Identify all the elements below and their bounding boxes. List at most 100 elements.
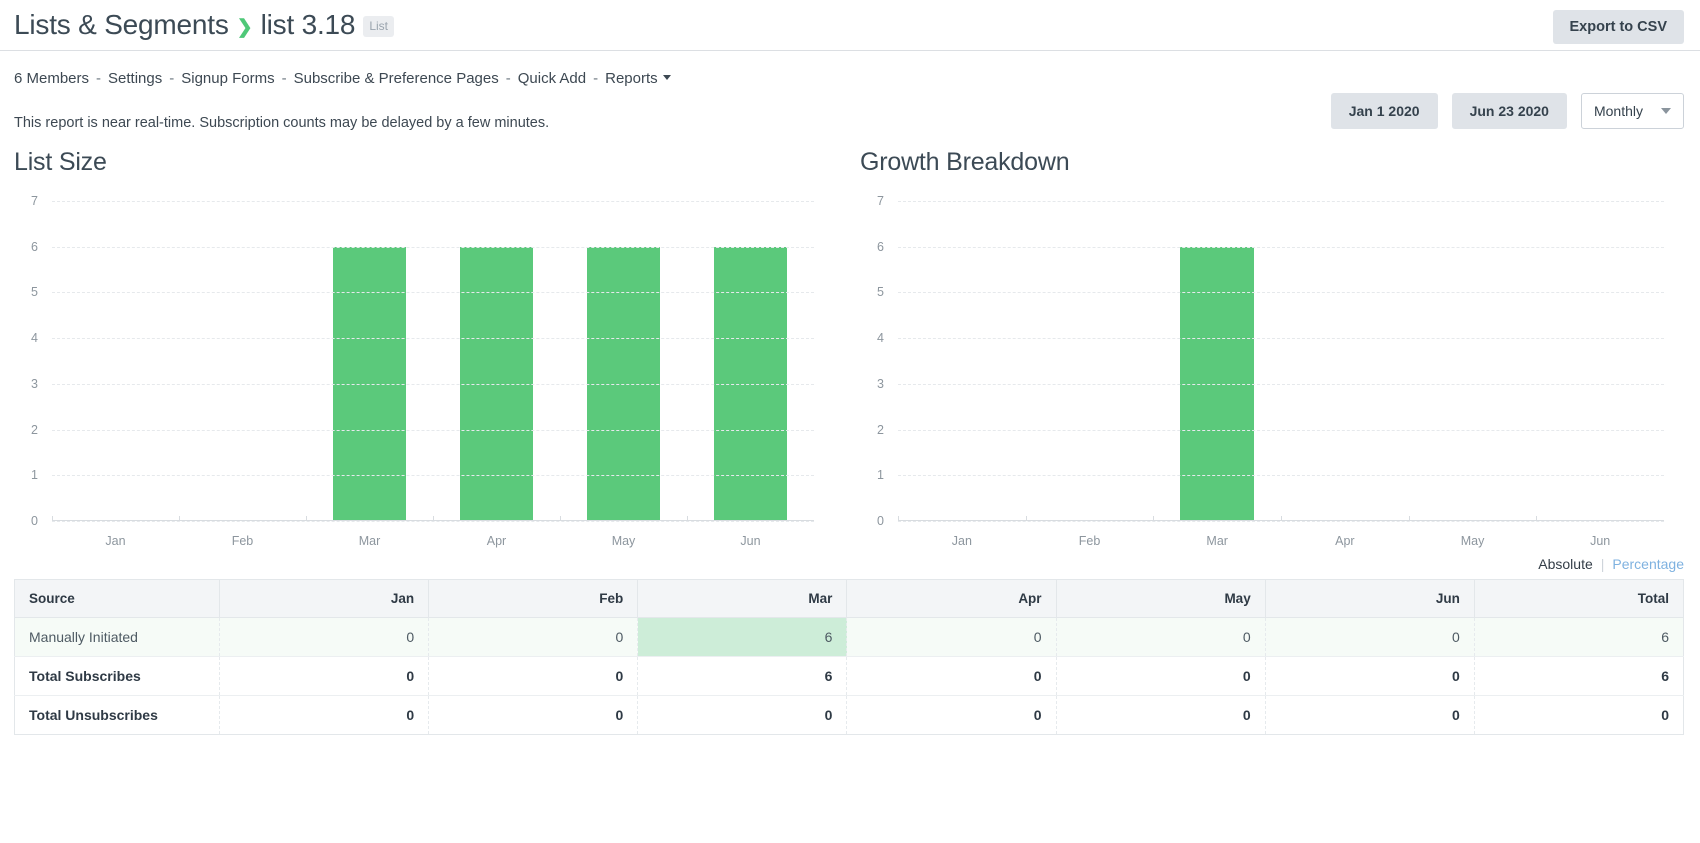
page-header: Lists & Segments ❯ list 3.18 List Export… xyxy=(0,0,1700,50)
list-size-chart: List Size 01234567 JanFebMarAprMayJun xyxy=(0,148,850,556)
plot-region: 01234567 JanFebMarAprMayJun xyxy=(860,191,1700,556)
y-axis-tick-label: 7 xyxy=(877,194,884,208)
y-axis-tick-label: 3 xyxy=(877,377,884,391)
table-column-header[interactable]: May xyxy=(1056,580,1265,618)
subnav-separator: - xyxy=(586,70,605,87)
plot-region: 01234567 JanFebMarAprMayJun xyxy=(14,191,850,556)
status-badge: List xyxy=(363,16,394,37)
list-subnav: 6 Members - Settings - Signup Forms - Su… xyxy=(0,51,1700,87)
subnav-item-quick-add[interactable]: Quick Add xyxy=(518,70,586,87)
breadcrumb: Lists & Segments ❯ list 3.18 List xyxy=(14,9,394,41)
table-cell-value: 0 xyxy=(220,618,429,657)
table-body: Manually Initiated0060006Total Subscribe… xyxy=(15,618,1684,735)
table-cell-source: Total Subscribes xyxy=(15,657,220,696)
x-axis-tick-label: Mar xyxy=(1153,534,1281,548)
table-column-header[interactable]: Feb xyxy=(429,580,638,618)
bar-slot xyxy=(179,201,306,521)
gridline xyxy=(52,201,814,202)
x-axis-tick-label: Apr xyxy=(433,534,560,548)
toggle-percentage[interactable]: Percentage xyxy=(1612,556,1684,572)
plot-area: 01234567 xyxy=(52,201,814,521)
gridline xyxy=(52,521,814,522)
table-column-header[interactable]: Apr xyxy=(847,580,1056,618)
subnav-separator: - xyxy=(162,70,181,87)
table-cell-value: 0 xyxy=(1056,696,1265,735)
table-column-header[interactable]: Mar xyxy=(638,580,847,618)
start-date-button[interactable]: Jan 1 2020 xyxy=(1331,93,1438,129)
y-axis-tick-label: 0 xyxy=(877,514,884,528)
end-date-button[interactable]: Jun 23 2020 xyxy=(1452,93,1567,129)
chevron-down-icon[interactable] xyxy=(663,75,671,80)
table-cell-value: 0 xyxy=(1265,696,1474,735)
subnav-item-settings[interactable]: Settings xyxy=(108,70,162,87)
x-axis-labels: JanFebMarAprMayJun xyxy=(898,534,1664,548)
table-cell-value: 6 xyxy=(638,657,847,696)
x-axis-tick-label: Feb xyxy=(179,534,306,548)
date-range-controls: Jan 1 2020 Jun 23 2020 Monthly xyxy=(1331,93,1684,129)
table-column-header[interactable]: Source xyxy=(15,580,220,618)
table-cell-value: 0 xyxy=(638,696,847,735)
table-cell-value: 0 xyxy=(220,696,429,735)
table-header-row: SourceJanFebMarAprMayJunTotal xyxy=(15,580,1684,618)
y-axis-tick-label: 6 xyxy=(877,240,884,254)
bar-slot xyxy=(1153,201,1281,521)
bar-slot xyxy=(1536,201,1664,521)
interval-select[interactable]: Monthly xyxy=(1581,93,1684,129)
bar-slot xyxy=(52,201,179,521)
gridline xyxy=(898,384,1664,385)
gridline xyxy=(898,247,1664,248)
subnav-separator: - xyxy=(275,70,294,87)
table-column-header[interactable]: Jan xyxy=(220,580,429,618)
table-cell-value: 0 xyxy=(1265,618,1474,657)
bar-slot xyxy=(1281,201,1409,521)
y-axis-tick-label: 0 xyxy=(31,514,38,528)
breadcrumb-link-lists-segments[interactable]: Lists & Segments xyxy=(14,9,229,41)
table-row: Manually Initiated0060006 xyxy=(15,618,1684,657)
table-cell-value: 0 xyxy=(1056,618,1265,657)
subnav-separator: - xyxy=(499,70,518,87)
subnav-item-subscribe-preference-pages[interactable]: Subscribe & Preference Pages xyxy=(294,70,499,87)
growth-breakdown-chart: Growth Breakdown 01234567 JanFebMarAprMa… xyxy=(850,148,1700,556)
y-axis-tick-label: 4 xyxy=(31,331,38,345)
table-cell-value: 6 xyxy=(1474,657,1683,696)
gridline xyxy=(898,201,1664,202)
x-axis-tick-label: May xyxy=(560,534,687,548)
table-cell-value: 0 xyxy=(1474,696,1683,735)
y-axis-tick-label: 6 xyxy=(31,240,38,254)
table-cell-value: 0 xyxy=(429,696,638,735)
bar-slot xyxy=(560,201,687,521)
table-cell-value: 0 xyxy=(220,657,429,696)
bar-slot xyxy=(1026,201,1154,521)
chevron-down-icon xyxy=(1661,108,1671,114)
table-cell-source: Total Unsubscribes xyxy=(15,696,220,735)
gridline xyxy=(52,292,814,293)
subnav-item-signup-forms[interactable]: Signup Forms xyxy=(181,70,274,87)
realtime-notice: This report is near real-time. Subscript… xyxy=(14,115,549,131)
bar-slot xyxy=(433,201,560,521)
table-column-header[interactable]: Jun xyxy=(1265,580,1474,618)
x-axis-tick-label: Feb xyxy=(1026,534,1154,548)
gridline xyxy=(898,521,1664,522)
y-axis-tick-label: 1 xyxy=(877,468,884,482)
x-axis-tick-label: Jan xyxy=(52,534,179,548)
table-cell-value: 6 xyxy=(1474,618,1683,657)
table-column-header[interactable]: Total xyxy=(1474,580,1683,618)
toggle-absolute[interactable]: Absolute xyxy=(1538,556,1592,572)
gridline xyxy=(52,338,814,339)
export-to-csv-button[interactable]: Export to CSV xyxy=(1553,10,1684,44)
plot-area: 01234567 xyxy=(898,201,1664,521)
subnav-item-reports[interactable]: Reports xyxy=(605,70,658,87)
table-cell-value: 0 xyxy=(1056,657,1265,696)
bar-slot xyxy=(687,201,814,521)
bar-slot xyxy=(1409,201,1537,521)
bar-group xyxy=(898,201,1664,521)
gridline xyxy=(898,475,1664,476)
y-axis-tick-label: 2 xyxy=(31,423,38,437)
gridline xyxy=(898,338,1664,339)
subnav-separator: - xyxy=(89,70,108,87)
subnav-item-members[interactable]: 6 Members xyxy=(14,70,89,87)
x-axis-tick-label: Jun xyxy=(687,534,814,548)
table-head: SourceJanFebMarAprMayJunTotal xyxy=(15,580,1684,618)
x-axis-tick-label: Jan xyxy=(898,534,1026,548)
bar-slot xyxy=(898,201,1026,521)
